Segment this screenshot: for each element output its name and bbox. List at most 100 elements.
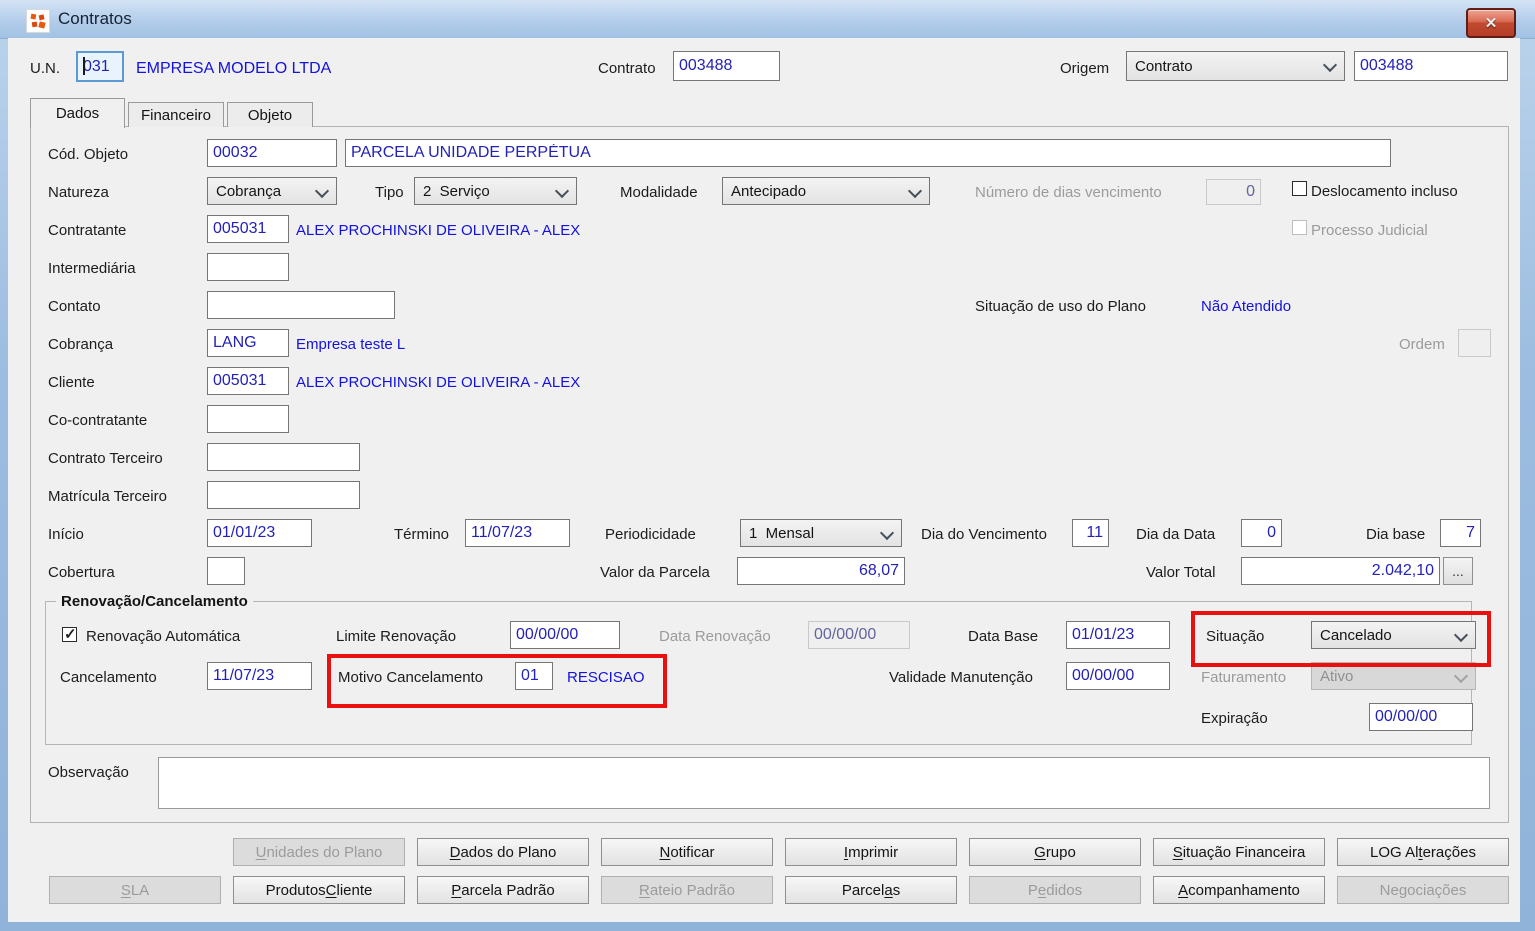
unidades-do-plano-button[interactable]: Unidades do Plano [233, 838, 405, 866]
cod-objeto-code-input[interactable] [207, 139, 337, 167]
cobranca-label: Cobrança [48, 336, 114, 353]
window-title: Contratos [58, 9, 132, 28]
notificar-button[interactable]: Notificar [601, 838, 773, 866]
negociacoes-button[interactable]: Negociações [1337, 876, 1509, 904]
cobranca-code-input[interactable] [207, 329, 289, 357]
contratante-name-text: ALEX PROCHINSKI DE OLIVEIRA - ALEX [296, 222, 581, 239]
periodicidade-select[interactable]: 1 Mensal [740, 519, 902, 547]
dia-vencimento-input[interactable] [1072, 519, 1109, 547]
validade-manutencao-input[interactable] [1066, 662, 1170, 690]
observacao-textarea[interactable] [158, 757, 1490, 809]
co-contratante-label: Co-contratante [48, 412, 148, 429]
valor-parcela-label: Valor da Parcela [600, 564, 710, 581]
contato-input[interactable] [207, 291, 395, 319]
tipo-label: Tipo [375, 184, 404, 201]
contrato-label: Contrato [598, 60, 656, 77]
num-dias-vencimento-input [1206, 179, 1261, 205]
ordem-label: Ordem [1399, 336, 1445, 353]
close-icon: ✕ [1484, 15, 1498, 32]
chevron-down-icon [314, 183, 330, 199]
chevron-down-icon [1453, 627, 1469, 643]
tab-financeiro[interactable]: Financeiro [128, 102, 224, 127]
produtos-cliente-button[interactable]: Produtos Cliente [233, 876, 405, 904]
modalidade-select[interactable]: Antecipado [722, 177, 930, 205]
contratos-window: Contratos ✕ U.N. EMPRESA MODELO LTDA Con… [0, 0, 1535, 931]
dados-do-plano-button[interactable]: Dados do Plano [417, 838, 589, 866]
ordem-input [1458, 329, 1491, 357]
cod-objeto-desc-input[interactable] [345, 139, 1391, 167]
contratante-label: Contratante [48, 222, 127, 239]
tipo-select[interactable]: 2 Serviço [414, 177, 577, 205]
renovacao-automatica-label: Renovação Automática [86, 628, 241, 645]
log-alteracoes-button[interactable]: LOG Al t erações [1337, 838, 1509, 866]
intermediaria-label: Intermediária [48, 260, 136, 277]
valor-parcela-input[interactable] [737, 557, 905, 585]
periodicidade-label: Periodicidade [605, 526, 696, 543]
data-base-input[interactable] [1066, 621, 1170, 649]
button-row-bottom: S LA Produtos Cliente Parcela Padrão Rateio … [49, 876, 1509, 904]
motivo-cancelamento-code-input[interactable] [515, 662, 553, 690]
cobertura-input[interactable] [207, 557, 245, 585]
natureza-select[interactable]: Cobrança [207, 177, 337, 205]
origem-code-input[interactable] [1354, 51, 1508, 81]
validade-manutencao-label: Validade Manutenção [889, 669, 1033, 686]
intermediaria-input[interactable] [207, 253, 289, 281]
origem-label: Origem [1060, 60, 1110, 77]
situacao-uso-plano-label: Situação de uso do Plano [975, 298, 1146, 315]
matricula-terceiro-input[interactable] [207, 481, 360, 509]
situacao-financeira-button[interactable]: Situação Financeira [1153, 838, 1325, 866]
faturamento-label: Faturamento [1201, 669, 1287, 686]
natureza-label: Natureza [48, 184, 109, 201]
valor-total-label: Valor Total [1146, 564, 1216, 581]
acompanhamento-button[interactable]: Acompanhamento [1153, 876, 1325, 904]
title-bar: Contratos ✕ [0, 0, 1535, 39]
processo-judicial-label: Processo Judicial [1311, 222, 1428, 239]
dia-base-input[interactable] [1440, 519, 1481, 547]
grupo-button[interactable]: Grupo [969, 838, 1141, 866]
modalidade-selected-value: Antecipado [731, 182, 807, 200]
cliente-code-input[interactable] [207, 367, 289, 395]
sla-button[interactable]: S LA [49, 876, 221, 904]
valor-total-more-button[interactable]: ... [1443, 557, 1473, 585]
dia-vencimento-label: Dia do Vencimento [921, 526, 1047, 543]
chevron-down-icon [879, 525, 895, 541]
renovacao-automatica-checkbox[interactable] [62, 625, 77, 643]
deslocamento-incluso-label: Deslocamento incluso [1311, 183, 1458, 200]
periodicidade-selected-value: 1 Mensal [749, 524, 815, 542]
chevron-down-icon [1322, 57, 1338, 73]
parcelas-button[interactable]: Parcel a s [785, 876, 957, 904]
parcela-padrao-button[interactable]: Parcela Padrão [417, 876, 589, 904]
modalidade-label: Modalidade [620, 184, 698, 201]
situacao-label: Situação [1206, 628, 1265, 645]
cobertura-label: Cobertura [48, 564, 115, 581]
tab-dados[interactable]: Dados [30, 98, 125, 128]
close-button[interactable]: ✕ [1466, 8, 1516, 38]
button-row-top: Unidades do Plano Dados do Plano Notificar… [233, 838, 1509, 866]
limite-renovacao-input[interactable] [510, 621, 620, 649]
pedidos-button[interactable]: Pe didos [969, 876, 1141, 904]
observacao-label: Observação [48, 764, 129, 781]
expiracao-input[interactable] [1369, 703, 1473, 731]
limite-renovacao-label: Limite Renovação [336, 628, 457, 645]
deslocamento-incluso-checkbox[interactable] [1292, 181, 1307, 196]
dia-base-label: Dia base [1366, 526, 1426, 543]
faturamento-selected-value: Ativo [1320, 667, 1354, 685]
dia-data-input[interactable] [1241, 519, 1282, 547]
cliente-name-text: ALEX PROCHINSKI DE OLIVEIRA - ALEX [296, 374, 581, 391]
origem-select[interactable]: Contrato [1126, 51, 1345, 81]
valor-total-input[interactable] [1241, 557, 1440, 585]
cancelamento-input[interactable] [207, 662, 312, 690]
situacao-select[interactable]: Cancelado [1311, 621, 1476, 649]
contrato-input[interactable] [673, 51, 780, 81]
tab-objeto[interactable]: Objeto [227, 102, 313, 127]
chevron-down-icon [1453, 668, 1469, 684]
termino-input[interactable] [465, 519, 570, 547]
rateio-padrao-button[interactable]: Rateio Padrão [601, 876, 773, 904]
cliente-label: Cliente [48, 374, 95, 391]
inicio-input[interactable] [207, 519, 312, 547]
imprimir-button[interactable]: Imprimir [785, 838, 957, 866]
tipo-selected-value: 2 Serviço [423, 182, 490, 200]
contrato-terceiro-input[interactable] [207, 443, 360, 471]
co-contratante-input[interactable] [207, 405, 289, 433]
contratante-code-input[interactable] [207, 215, 289, 243]
